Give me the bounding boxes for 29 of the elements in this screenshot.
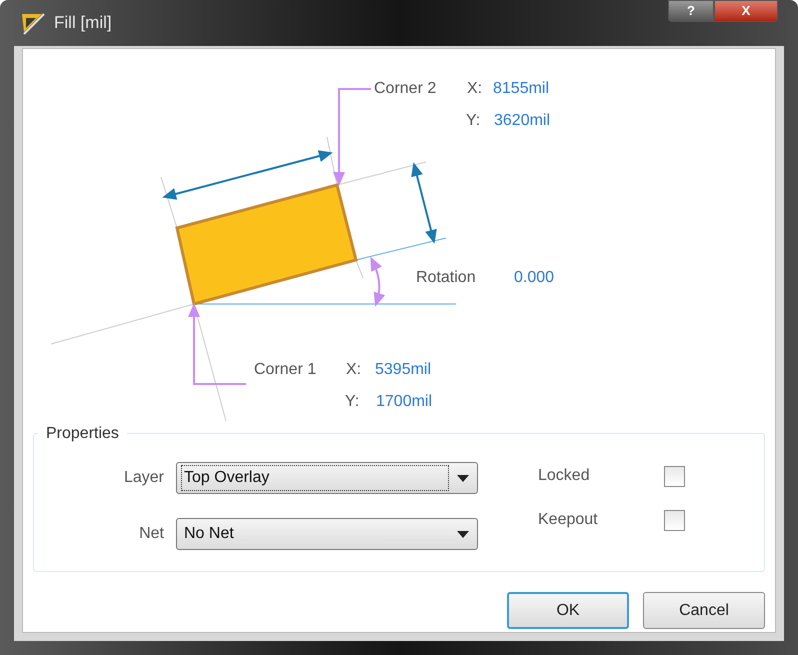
dialog-button[interactable]: OK — [507, 592, 629, 629]
dialog-button[interactable]: Cancel — [643, 592, 765, 629]
close-button[interactable]: X — [714, 0, 778, 22]
field-label: Net — [138, 524, 164, 544]
coordinate-value: 5395mil — [375, 360, 432, 380]
coordinate-value: 3620mil — [494, 111, 550, 131]
checkbox-label: Keepout — [538, 510, 599, 530]
checkbox-label: Locked — [538, 466, 591, 486]
coordinate-value: 1700mil — [376, 392, 432, 412]
caret-icon — [457, 530, 469, 538]
dropdown-value: No Net — [183, 524, 235, 544]
coordinate-value: 8155mil — [493, 79, 550, 99]
coordinate-label: Y: — [345, 392, 360, 412]
rotation-value: 0.000 — [514, 268, 554, 288]
coordinate-label: Y: — [466, 111, 480, 131]
checkbox[interactable] — [664, 466, 685, 486]
dropdown-value: Top Overlay — [181, 465, 449, 491]
coordinate-label: X: — [467, 79, 482, 99]
rotation-label: Rotation — [416, 268, 476, 288]
caret-icon — [457, 474, 469, 482]
field-label: Layer — [122, 468, 164, 488]
coordinate-label: X: — [346, 360, 362, 380]
help-button[interactable]: ? — [668, 0, 714, 22]
checkbox[interactable] — [664, 510, 685, 530]
dropdown[interactable]: No Net — [176, 518, 478, 550]
window-title: Fill [mil] — [54, 12, 112, 34]
corner-label: Corner 1 — [254, 360, 316, 380]
dropdown[interactable]: Top Overlay — [176, 462, 478, 494]
corner-label: Corner 2 — [374, 79, 436, 99]
